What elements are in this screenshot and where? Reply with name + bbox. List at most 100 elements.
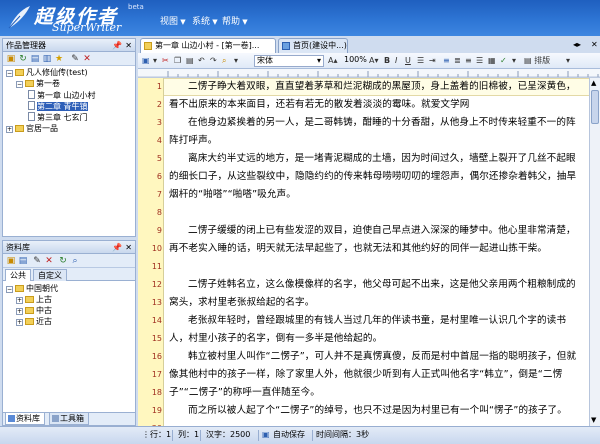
find-icon[interactable]: ⌕ <box>222 56 226 66</box>
resource-child[interactable]: + 近古 <box>16 317 52 327</box>
delete-icon[interactable]: ✕ <box>82 54 92 64</box>
copy-icon[interactable]: ❐ <box>174 56 181 66</box>
search-icon[interactable]: ⌕ <box>70 256 80 266</box>
tab-chapter-1[interactable]: 第一章 山边小村 - [第一卷]... <box>140 38 276 53</box>
editor-area[interactable]: 123456789101112131415161718192021 二愣子睁大着… <box>138 78 589 426</box>
chevron-down-icon: ▼ <box>210 18 218 26</box>
tab-public[interactable]: 公共 <box>5 269 31 281</box>
tree-other-work[interactable]: + 官居一品 <box>6 124 58 134</box>
scroll-up-icon[interactable]: ▲ <box>591 79 596 87</box>
justify-icon[interactable]: ☰ <box>476 56 483 66</box>
folder-icon <box>15 285 24 292</box>
open-folder-icon[interactable]: ▣ <box>6 54 16 64</box>
tree-root-label: 凡人修仙传(test) <box>26 68 88 77</box>
paragraph[interactable]: 二愣子睁大着双眼，直直望着茅草和烂泥糊成的黑屋顶，身上盖着的旧棉被，已呈深黄色，… <box>169 78 583 114</box>
menu-system-label: 系统 <box>192 17 211 27</box>
chevron-down-icon: ▼ <box>240 18 248 26</box>
font-size-up-icon[interactable]: A▴ <box>328 56 338 66</box>
tree-chapter-3[interactable]: 第三章 七玄门 <box>28 112 88 123</box>
undo-icon[interactable]: ↶ <box>198 56 205 66</box>
bold-icon[interactable]: B <box>384 56 390 66</box>
home-icon <box>282 42 290 50</box>
chevron-down-icon[interactable]: ▾ <box>153 56 157 66</box>
table-icon[interactable]: ▦ <box>488 56 496 66</box>
line-number: 19 <box>151 406 162 415</box>
check-icon[interactable]: ✓ <box>500 56 507 66</box>
toolbox-icon <box>52 415 59 422</box>
pin-icon[interactable]: 📌 <box>112 39 122 52</box>
tree-chapter-1[interactable]: 第一章 山边小村 <box>28 90 96 101</box>
menu-help[interactable]: 帮助 ▼ <box>222 14 248 27</box>
paragraph[interactable]: 而之所以被人起了个“二愣子”的绰号，也只不过是因为村里已有一个叫“愣子”的孩子了… <box>169 402 583 420</box>
vertical-scrollbar[interactable]: ▲ ▼ <box>589 78 600 426</box>
tree-other-label: 官居一品 <box>26 124 58 133</box>
chevron-down-icon[interactable]: ▾ <box>234 56 238 66</box>
menu-system[interactable]: 系统 ▼ <box>192 14 218 27</box>
italic-icon[interactable]: I <box>395 56 397 66</box>
tree-root[interactable]: − 凡人修仙传(test) <box>6 68 88 78</box>
document-icon <box>28 90 35 99</box>
tab-homepage[interactable]: 首页(建设中...) <box>278 38 348 53</box>
paragraph[interactable]: 在他身边紧挨着的另一人，是二哥韩铸，酣睡的十分香甜，从他身上不时传来轻重不一的阵… <box>169 114 583 150</box>
delete-icon[interactable]: ✕ <box>44 256 54 266</box>
close-icon[interactable]: ✕ <box>591 40 598 49</box>
edit-icon[interactable]: ✎ <box>32 256 42 266</box>
star-icon[interactable]: ★ <box>54 54 64 64</box>
new-folder-icon[interactable]: ▥ <box>42 54 52 64</box>
ruler <box>138 69 600 78</box>
ruler-ticks <box>138 71 600 78</box>
resource-child[interactable]: + 中古 <box>16 306 52 316</box>
align-center-icon[interactable]: ≣ <box>454 56 461 66</box>
scrollbar-thumb[interactable] <box>591 90 599 124</box>
line-number: 2 <box>156 100 162 109</box>
chevron-down-icon[interactable]: ▾ <box>512 56 516 66</box>
underline-icon[interactable]: U <box>405 56 411 66</box>
list-icon[interactable]: ☰ <box>417 56 424 66</box>
menu-view[interactable]: 视图 ▼ <box>160 14 186 27</box>
paragraph[interactable]: 离床大约半丈远的地方，是一堵青泥糊成的土墙，因为时间过久，墙壁上裂开了几丝不起眼… <box>169 150 583 204</box>
work-tree: − 凡人修仙传(test) − 第一卷 第一章 山边小村 第二章 青牛镇 第三章 七… <box>3 66 135 236</box>
beta-label: beta <box>128 3 144 11</box>
status-autosave[interactable]: 自动保存 <box>273 430 305 440</box>
open-folder-icon[interactable]: ▣ <box>6 256 16 266</box>
cut-icon[interactable]: ✂ <box>162 56 169 66</box>
folder-icon <box>25 318 34 325</box>
resource-root[interactable]: − 中国朝代 <box>6 284 58 294</box>
edit-icon[interactable]: ✎ <box>70 54 80 64</box>
status-interval: 时间间隔：3秒 <box>316 430 370 439</box>
zoom-value[interactable]: 100% <box>342 55 368 67</box>
indent-icon[interactable]: ⇥ <box>429 56 436 66</box>
resource-child[interactable]: + 上古 <box>16 295 52 305</box>
refresh-icon[interactable]: ↻ <box>58 256 68 266</box>
font-select[interactable]: 宋体 ▾ <box>254 55 324 67</box>
line-number: 4 <box>156 136 162 145</box>
tab-resource-library[interactable]: 资料库 <box>5 413 45 425</box>
font-size-down-icon[interactable]: A▾ <box>369 56 379 66</box>
tab-toolbox[interactable]: 工具箱 <box>49 413 89 425</box>
paragraph[interactable]: 二愣子姓韩名立，这么像模像样的名字，他父母可起不出来，这是他父亲用两个粗粮制成的… <box>169 276 583 312</box>
paste-icon[interactable]: ▤ <box>186 56 194 66</box>
new-doc-icon[interactable]: ▤ <box>18 256 28 266</box>
refresh-icon[interactable]: ↻ <box>18 54 28 64</box>
paragraph[interactable]: 老张叔年轻时，曾经跟城里的有钱人当过几年的伴读书童，是村里唯一认识几个字的读书人… <box>169 312 583 348</box>
line-number: 17 <box>151 370 162 379</box>
close-icon[interactable]: ✕ <box>125 241 132 254</box>
tree-volume[interactable]: − 第一卷 <box>16 79 60 89</box>
scroll-down-icon[interactable]: ▼ <box>591 416 596 424</box>
tree-chapter-2[interactable]: 第二章 青牛镇 <box>28 101 88 112</box>
more-icon[interactable]: ▾ <box>566 56 570 66</box>
resource-library-header: 资料库 📌 ✕ <box>3 241 135 254</box>
typeset-button[interactable]: ▤ 排版 <box>524 56 550 66</box>
close-icon[interactable]: ✕ <box>125 39 132 52</box>
document-icon <box>28 101 35 110</box>
tab-scroll-icon[interactable]: ◂▸ <box>573 40 581 49</box>
align-icon[interactable]: ≡ <box>443 56 450 66</box>
paragraph[interactable]: 韩立被村里人叫作“二愣子”，可人并不是真愣真傻，反而是村中首屈一指的聪明孩子，但… <box>169 348 583 402</box>
save-icon[interactable]: ▣ <box>142 56 150 66</box>
redo-icon[interactable]: ↷ <box>210 56 217 66</box>
tab-custom[interactable]: 自定义 <box>33 269 67 281</box>
align-right-icon[interactable]: ≡ <box>465 56 472 66</box>
paragraph[interactable]: 二愣子缓缓的闭上已有些发涩的双目，迫使自己早点进入深深的睡梦中。他心里非常清楚，… <box>169 222 583 258</box>
pin-icon[interactable]: 📌 <box>112 241 122 254</box>
new-doc-icon[interactable]: ▤ <box>30 54 40 64</box>
